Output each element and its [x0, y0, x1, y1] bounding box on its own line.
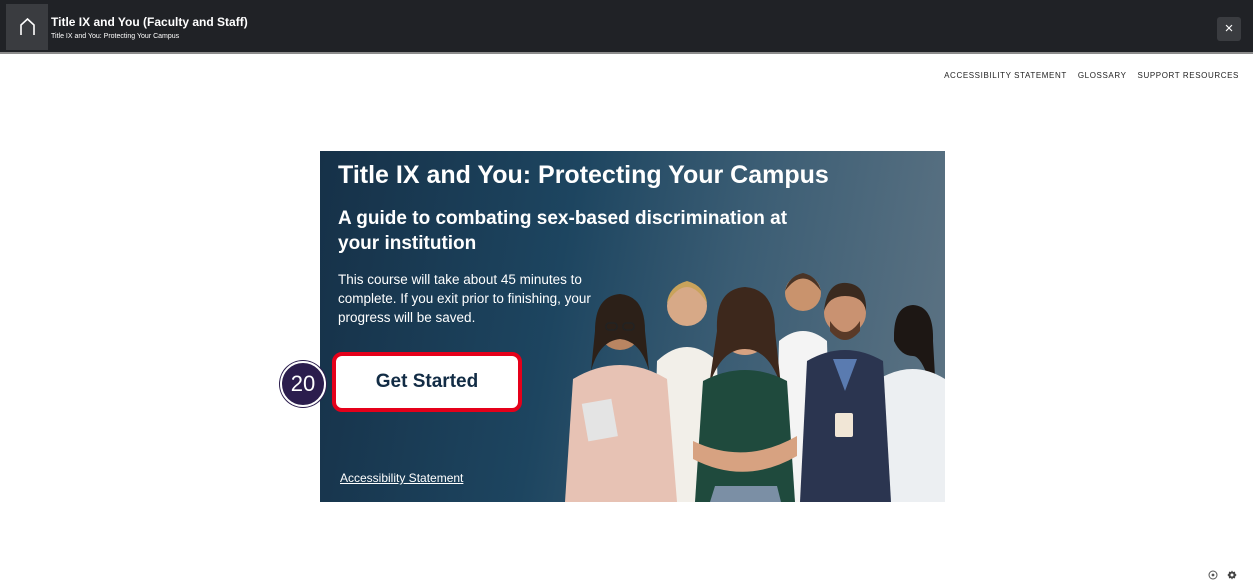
- slide-description: This course will take about 45 minutes t…: [338, 272, 591, 325]
- slide-subtitle: A guide to combating sex-based discrimin…: [338, 208, 788, 254]
- course-title: Title IX and You (Faculty and Staff): [51, 15, 248, 29]
- close-icon: ×: [1224, 20, 1234, 37]
- nav-glossary[interactable]: GLOSSARY: [1078, 71, 1127, 80]
- footer-tools: [1208, 570, 1237, 580]
- nav-accessibility-statement[interactable]: ACCESSIBILITY STATEMENT: [944, 71, 1067, 80]
- course-header: Title IX and You (Faculty and Staff) Tit…: [0, 0, 1253, 54]
- close-button[interactable]: ×: [1217, 17, 1241, 41]
- step-number-badge: 20: [280, 361, 326, 407]
- home-button[interactable]: [6, 4, 48, 50]
- top-nav: ACCESSIBILITY STATEMENT GLOSSARY SUPPORT…: [944, 71, 1239, 80]
- title-slide: Title IX and You: Protecting Your Campus…: [320, 151, 945, 502]
- header-titles: Title IX and You (Faculty and Staff) Tit…: [51, 14, 248, 42]
- nav-support-resources[interactable]: SUPPORT RESOURCES: [1138, 71, 1239, 80]
- slide-title: Title IX and You: Protecting Your Campus: [338, 161, 829, 189]
- accessibility-statement-link[interactable]: Accessibility Statement: [340, 471, 463, 485]
- settings-icon[interactable]: [1208, 570, 1218, 580]
- course-subtitle: Title IX and You: Protecting Your Campus: [51, 33, 180, 40]
- gear-icon[interactable]: [1227, 570, 1237, 580]
- get-started-button[interactable]: Get Started: [332, 352, 522, 412]
- home-icon: [20, 18, 35, 35]
